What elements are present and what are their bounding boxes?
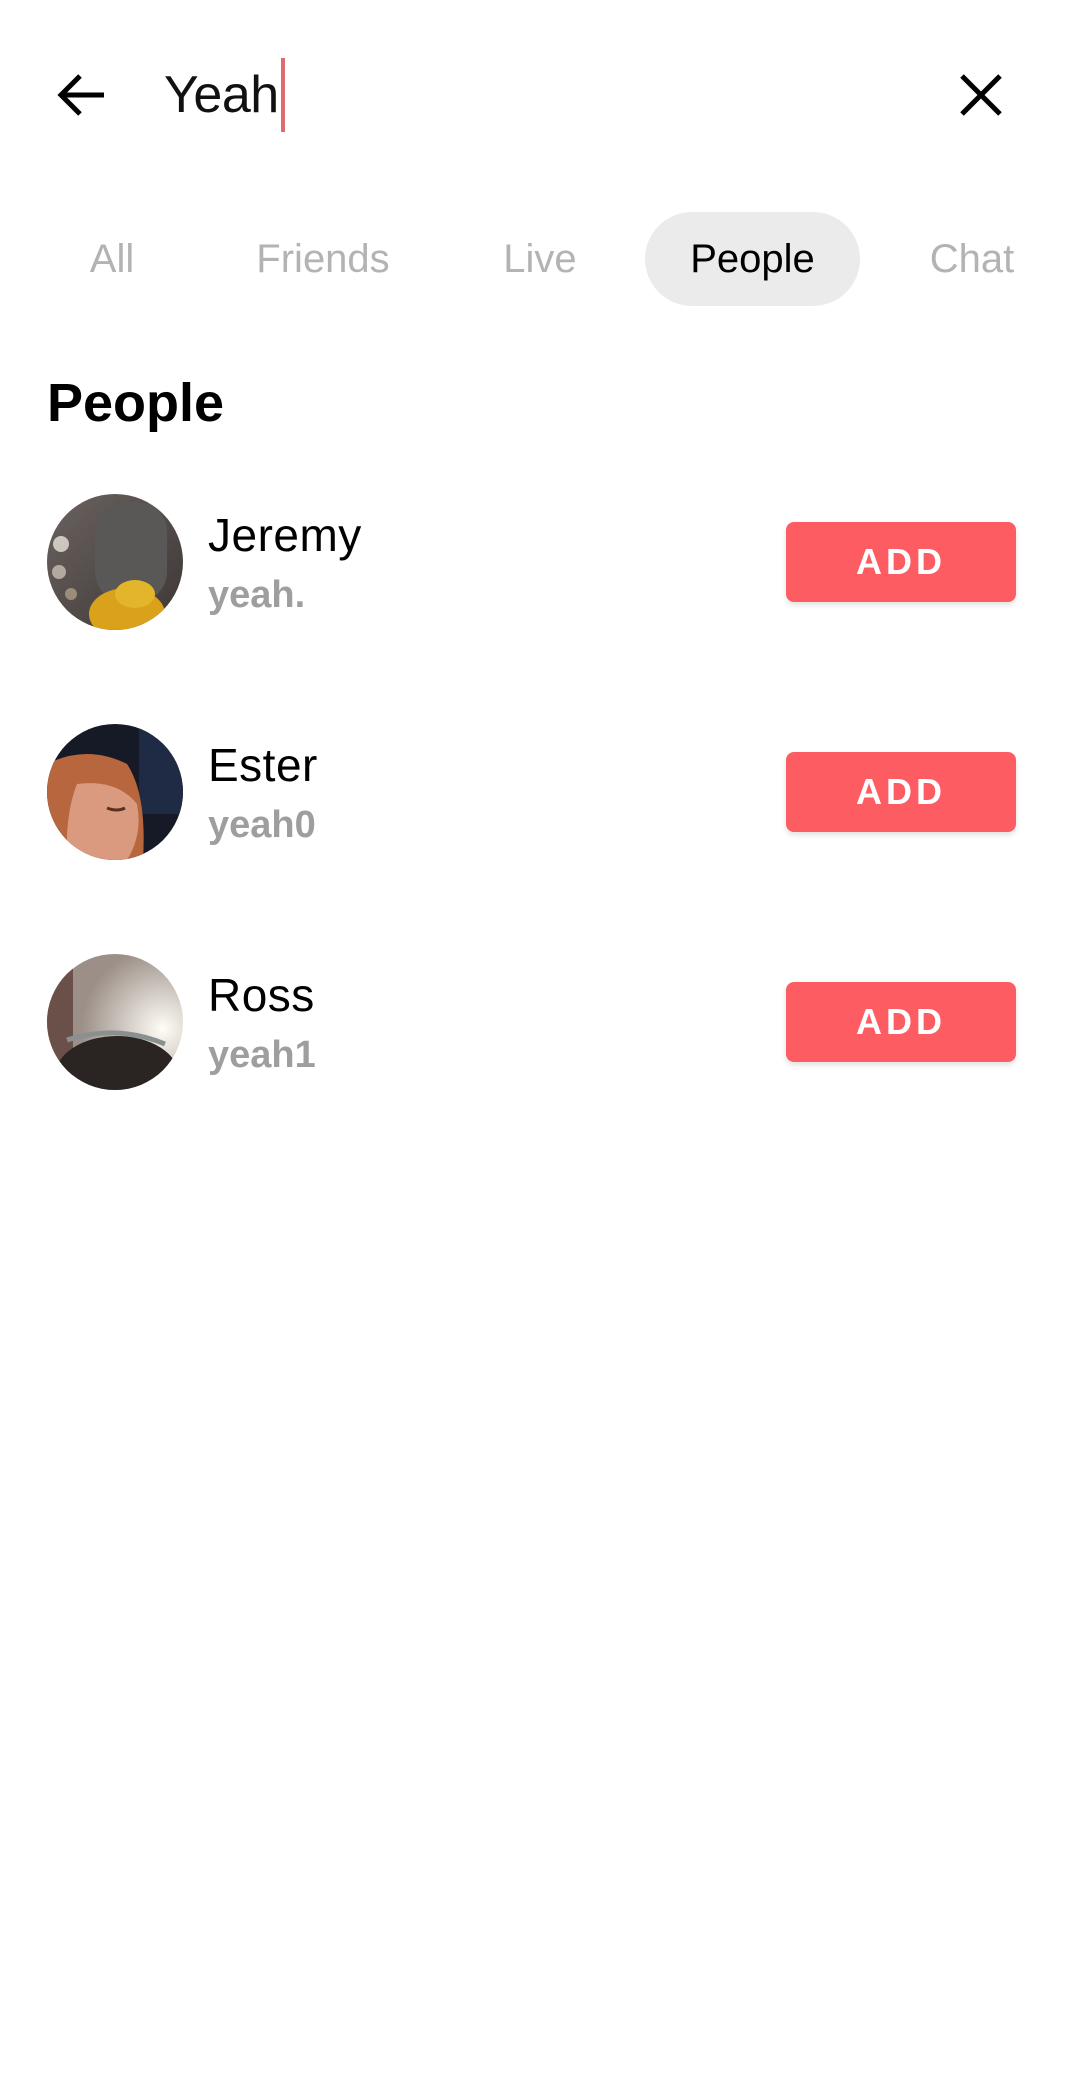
avatar-image [47,954,183,1090]
close-icon [960,74,1002,116]
tab-people[interactable]: People [645,212,860,306]
tab-live[interactable]: Live [480,212,600,306]
tab-label: All [89,236,135,281]
avatar[interactable] [47,494,183,630]
avatar[interactable] [47,954,183,1090]
person-row[interactable]: Ester yeah0 ADD [0,722,1080,862]
person-row[interactable]: Ross yeah1 ADD [0,952,1080,1092]
clear-search-button[interactable] [952,66,1010,124]
add-friend-button[interactable]: ADD [786,522,1016,602]
avatar[interactable] [47,724,183,860]
person-username: yeah0 [208,804,316,846]
tab-label: People [690,236,815,281]
search-input[interactable]: Yeah [164,58,285,132]
tab-label: Live [503,236,577,281]
person-name: Jeremy [208,509,362,561]
tab-label: Friends [256,236,390,281]
person-username: yeah1 [208,1034,316,1076]
tab-all[interactable]: All [60,212,164,306]
tab-friends[interactable]: Friends [236,212,410,306]
add-friend-button[interactable]: ADD [786,982,1016,1062]
back-button[interactable] [52,64,114,126]
avatar-image [47,494,183,630]
text-cursor [280,58,285,132]
search-query[interactable]: Yeah [164,65,279,125]
add-friend-button[interactable]: ADD [786,752,1016,832]
section-title: People [47,373,225,433]
person-name: Ross [208,969,315,1021]
tab-label: Chat [929,236,1015,281]
person-name: Ester [208,739,318,791]
arrow-left-icon [57,74,104,116]
avatar-image [47,724,183,860]
search-bar: Yeah [0,0,1080,190]
filter-tabs: All Friends Live People Chat [0,212,1080,306]
person-row[interactable]: Jeremy yeah. ADD [0,492,1080,632]
person-username: yeah. [208,574,306,616]
tab-chat[interactable]: Chat [912,212,1032,306]
